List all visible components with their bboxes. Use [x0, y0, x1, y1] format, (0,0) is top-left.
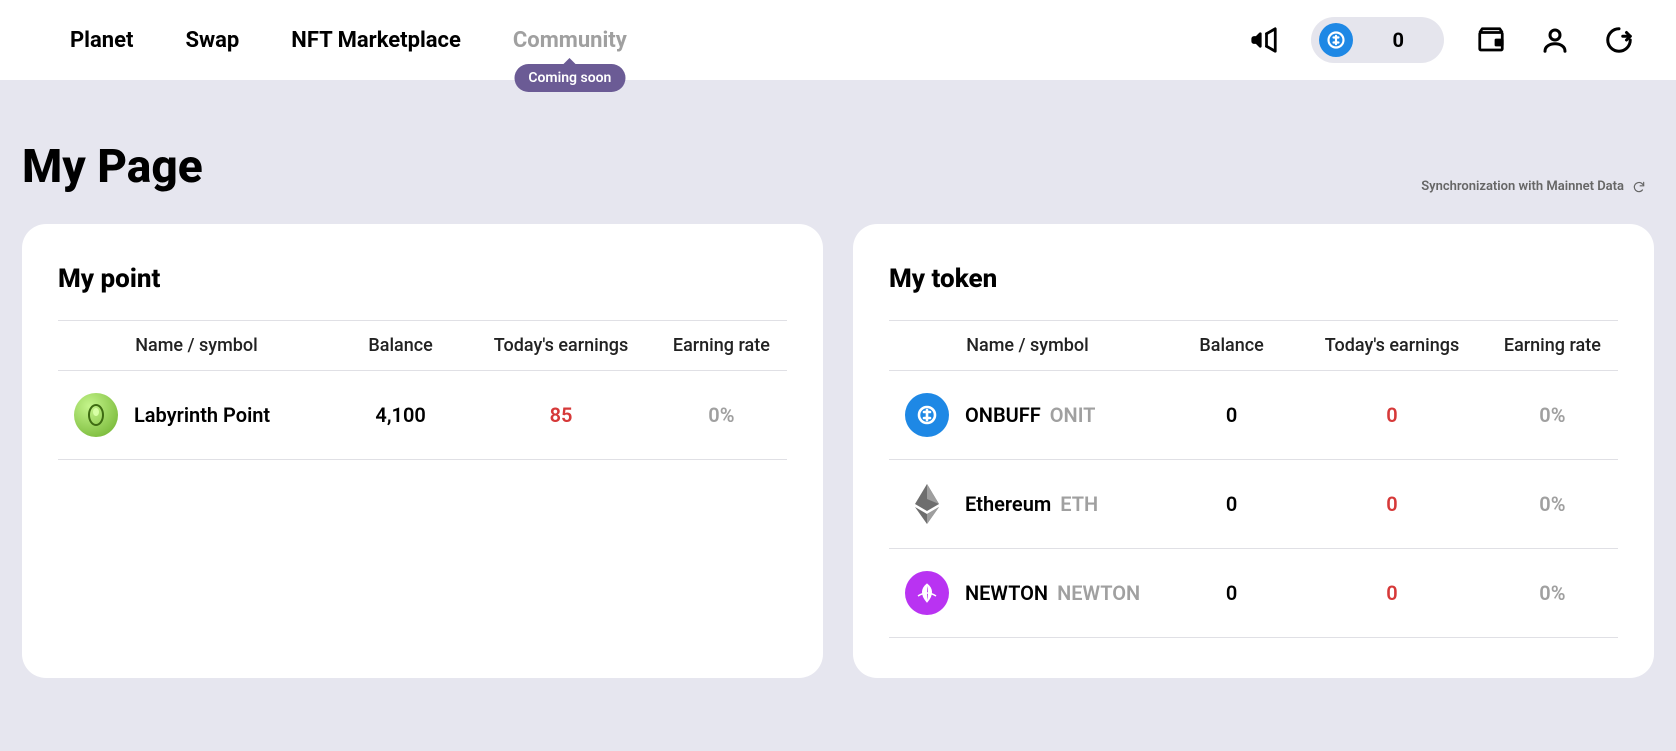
asset-name: ONBUFF	[965, 403, 1041, 427]
asset-earnings: 0	[1297, 549, 1487, 638]
my-point-title: My point	[58, 264, 787, 294]
asset-balance: 0	[1166, 549, 1297, 638]
announcement-icon[interactable]	[1247, 23, 1281, 57]
table-row[interactable]: Labyrinth Point 4,100 85 0%	[58, 371, 787, 460]
asset-rate: 0%	[1487, 460, 1618, 549]
onbuff-icon	[905, 393, 949, 437]
nav-nft-marketplace[interactable]: NFT Marketplace	[291, 28, 461, 53]
col-rate: Earning rate	[656, 321, 787, 371]
asset-earnings: 0	[1297, 371, 1487, 460]
asset-name: Labyrinth Point	[134, 403, 270, 427]
refresh-icon	[1632, 180, 1646, 194]
asset-symbol: NEWTON	[1057, 581, 1140, 605]
col-balance: Balance	[1166, 321, 1297, 371]
page-body: My Page Synchronization with Mainnet Dat…	[0, 80, 1676, 751]
profile-icon[interactable]	[1538, 23, 1572, 57]
page-header: My Page Synchronization with Mainnet Dat…	[22, 80, 1654, 224]
asset-name: NEWTON	[965, 581, 1048, 605]
nav-planet[interactable]: Planet	[70, 28, 133, 53]
asset-balance: 0	[1166, 371, 1297, 460]
asset-balance: 0	[1166, 460, 1297, 549]
asset-earnings: 85	[466, 371, 656, 460]
balance-token-icon	[1319, 23, 1353, 57]
nav-right: 0	[1247, 17, 1636, 63]
nav-left: Planet Swap NFT Marketplace Community Co…	[70, 28, 627, 53]
ethereum-icon	[905, 482, 949, 526]
wallet-icon[interactable]	[1474, 23, 1508, 57]
my-point-card: My point Name / symbol Balance Today's e…	[22, 224, 823, 678]
nav-community-label: Community	[513, 28, 627, 53]
sync-button[interactable]: Synchronization with Mainnet Data	[1421, 179, 1654, 194]
asset-symbol: ETH	[1060, 492, 1098, 516]
asset-rate: 0%	[1487, 371, 1618, 460]
asset-earnings: 0	[1297, 460, 1487, 549]
coming-soon-badge: Coming soon	[514, 64, 625, 92]
newton-icon	[905, 571, 949, 615]
top-navbar: Planet Swap NFT Marketplace Community Co…	[0, 0, 1676, 80]
my-token-card: My token Name / symbol Balance Today's e…	[853, 224, 1654, 678]
logout-icon[interactable]	[1602, 23, 1636, 57]
page-title: My Page	[22, 140, 203, 194]
col-name: Name / symbol	[58, 321, 335, 371]
table-row[interactable]: ONBUFF ONIT 0 0 0%	[889, 371, 1618, 460]
col-balance: Balance	[335, 321, 466, 371]
cards-row: My point Name / symbol Balance Today's e…	[22, 224, 1654, 678]
col-earnings: Today's earnings	[1297, 321, 1487, 371]
nav-community: Community Coming soon	[513, 28, 627, 53]
labyrinth-point-icon	[74, 393, 118, 437]
my-token-title: My token	[889, 264, 1618, 294]
nav-swap[interactable]: Swap	[185, 28, 239, 53]
table-row[interactable]: Ethereum ETH 0 0 0%	[889, 460, 1618, 549]
col-rate: Earning rate	[1487, 321, 1618, 371]
my-point-table: Name / symbol Balance Today's earnings E…	[58, 320, 787, 460]
my-token-table: Name / symbol Balance Today's earnings E…	[889, 320, 1618, 638]
balance-pill[interactable]: 0	[1311, 17, 1444, 63]
asset-symbol: ONIT	[1050, 403, 1096, 427]
asset-name: Ethereum	[965, 492, 1051, 516]
balance-value: 0	[1393, 28, 1404, 52]
asset-rate: 0%	[656, 371, 787, 460]
asset-balance: 4,100	[335, 371, 466, 460]
sync-label: Synchronization with Mainnet Data	[1421, 179, 1624, 194]
table-row[interactable]: NEWTON NEWTON 0 0 0%	[889, 549, 1618, 638]
asset-rate: 0%	[1487, 549, 1618, 638]
col-earnings: Today's earnings	[466, 321, 656, 371]
col-name: Name / symbol	[889, 321, 1166, 371]
